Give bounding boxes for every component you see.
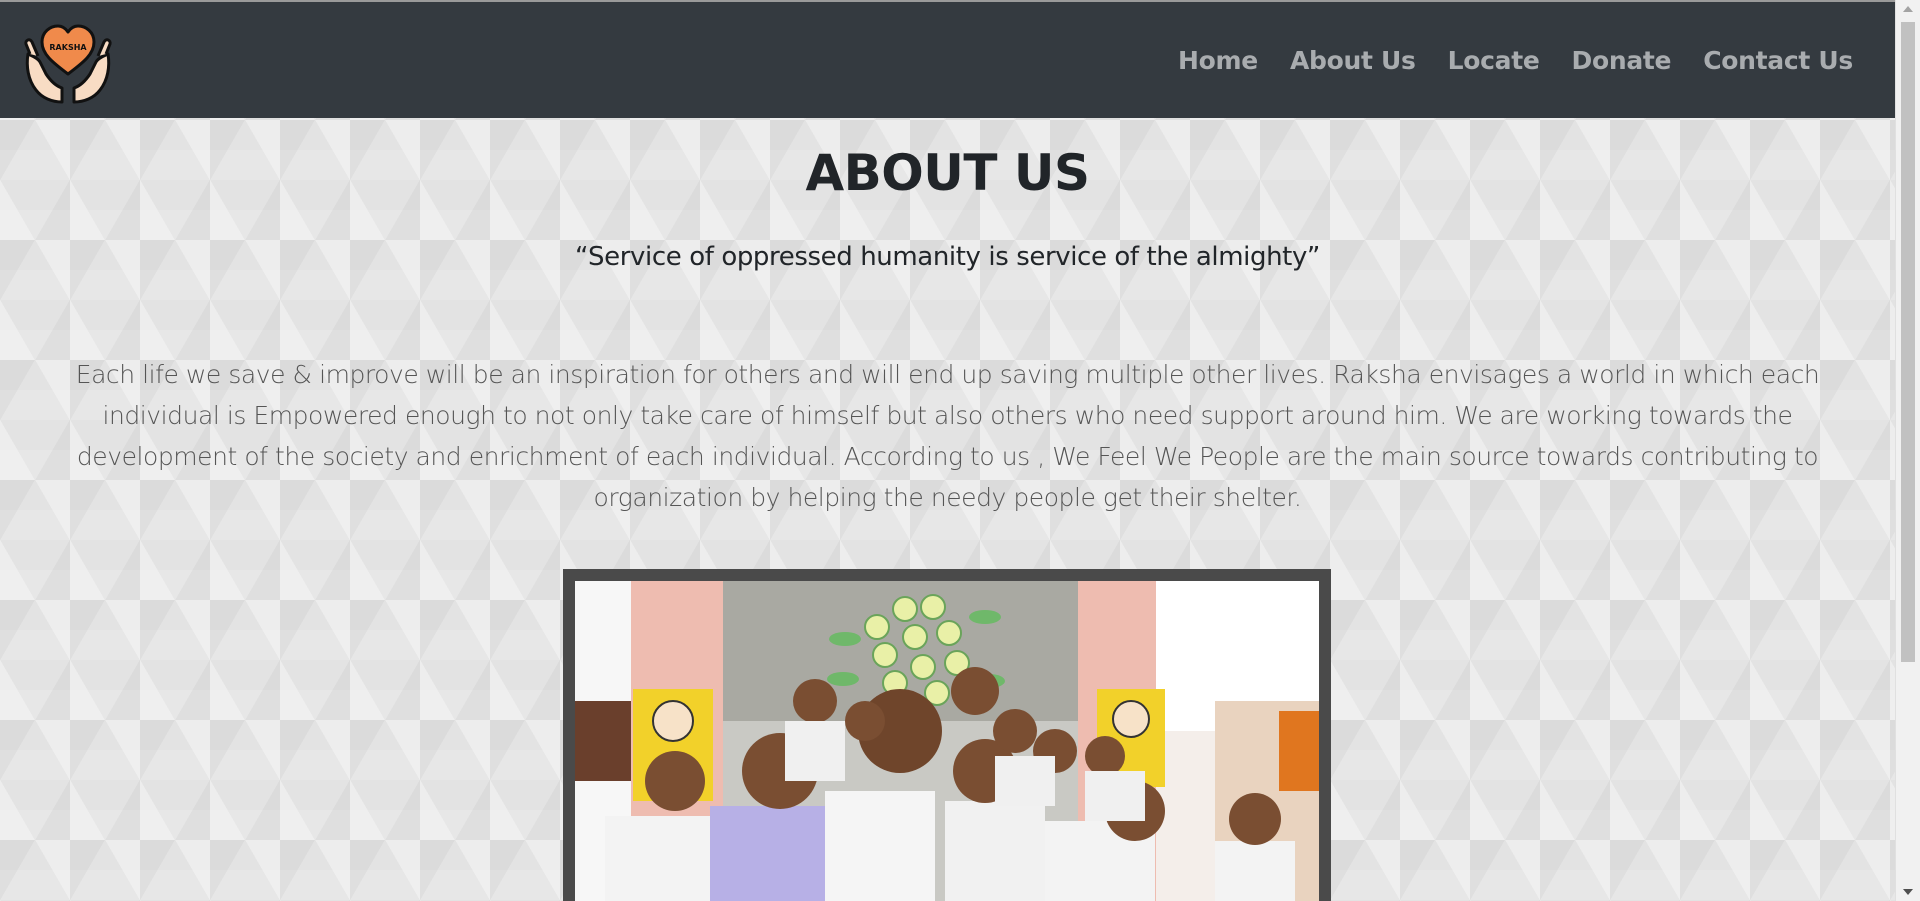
nav-contact-us-link[interactable]: Contact Us bbox=[1703, 46, 1853, 75]
group-of-smiling-schoolchildren-photo bbox=[575, 581, 1319, 901]
mission-quote: “Service of oppressed humanity is servic… bbox=[574, 242, 1321, 272]
page-title: ABOUT US bbox=[805, 144, 1090, 202]
about-description: Each life we save & improve will be an i… bbox=[75, 360, 1820, 512]
photo-frame bbox=[563, 569, 1331, 901]
scroll-thumb[interactable] bbox=[1901, 22, 1915, 662]
scroll-down-arrow-icon[interactable] bbox=[1903, 889, 1913, 895]
heart-in-hands-icon: RAKSHA bbox=[24, 24, 112, 104]
nav-menu: Home About Us Locate Donate Contact Us bbox=[1178, 2, 1853, 118]
nav-donate-link[interactable]: Donate bbox=[1572, 46, 1672, 75]
nav-locate-link[interactable]: Locate bbox=[1448, 46, 1540, 75]
page-scrollbar[interactable] bbox=[1895, 0, 1920, 901]
raksha-logo[interactable]: RAKSHA bbox=[22, 16, 114, 106]
nav-home-link[interactable]: Home bbox=[1178, 46, 1258, 75]
scroll-up-arrow-icon[interactable] bbox=[1903, 6, 1913, 12]
nav-about-us-link[interactable]: About Us bbox=[1290, 46, 1416, 75]
top-navbar: RAKSHA Home About Us Locate Donate Conta… bbox=[0, 2, 1895, 118]
logo-text: RAKSHA bbox=[49, 43, 87, 52]
